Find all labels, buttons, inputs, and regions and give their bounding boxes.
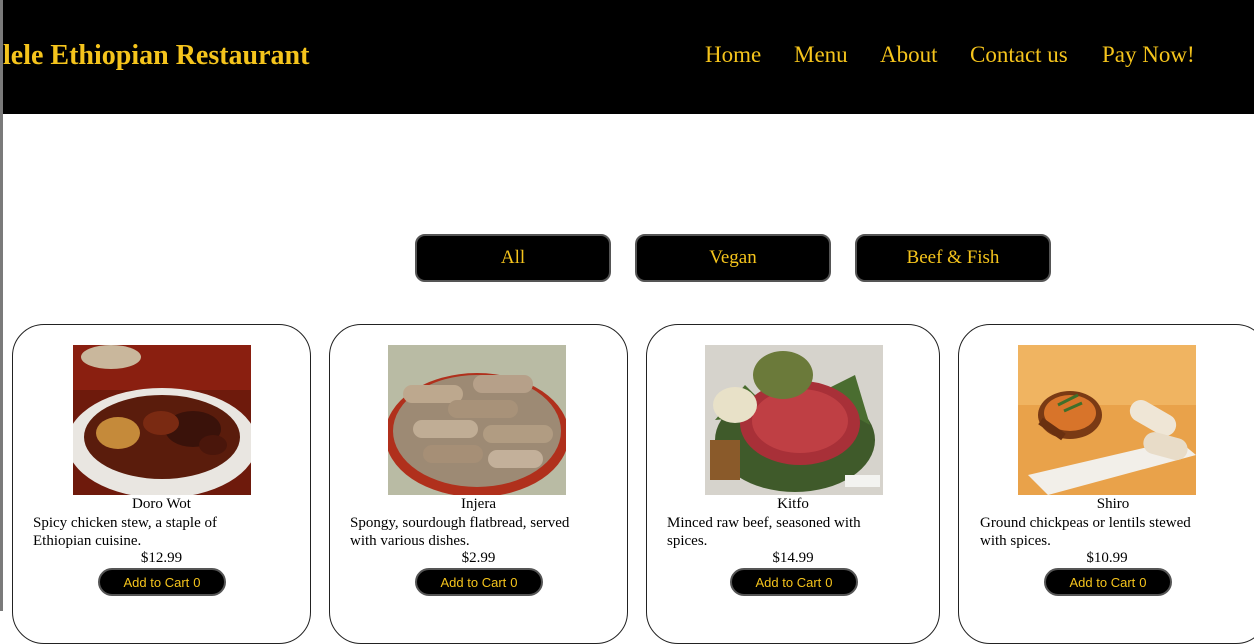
kitfo-description-line: spices. (667, 533, 708, 549)
shiro-description: Ground chickpeas or lentils stewed with … (980, 514, 1191, 550)
nav-menu-link[interactable]: Menu (794, 42, 848, 68)
kitfo-description-line: Minced raw beef, seasoned with (667, 515, 861, 531)
nav-about-link[interactable]: About (880, 42, 938, 68)
nav-pay-now-link[interactable]: Pay Now! (1102, 42, 1195, 68)
doro-wot-add-to-cart-button[interactable]: Add to Cart 0 (98, 568, 226, 596)
doro-wot-description-line: Spicy chicken stew, a staple of (33, 515, 217, 531)
menu-card-kitfo: Kitfo Minced raw beef, seasoned with spi… (646, 324, 940, 644)
doro-wot-description: Spicy chicken stew, a staple of Ethiopia… (33, 514, 217, 550)
filter-beef-fish-button[interactable]: Beef & Fish (855, 234, 1051, 282)
nav-contact-link[interactable]: Contact us (970, 42, 1068, 68)
injera-price: $2.99 (461, 550, 496, 566)
cart-count: 0 (1139, 574, 1147, 590)
add-to-cart-label: Add to Cart (123, 574, 190, 590)
add-to-cart-label: Add to Cart (440, 574, 507, 590)
shiro-description-line: Ground chickpeas or lentils stewed (980, 515, 1191, 531)
kitfo-add-to-cart-button[interactable]: Add to Cart 0 (730, 568, 858, 596)
kitfo-description: Minced raw beef, seasoned with spices. (667, 514, 861, 550)
doro-wot-price: $12.99 (140, 550, 183, 566)
add-to-cart-label: Add to Cart (1069, 574, 1136, 590)
kitfo-price: $14.99 (772, 550, 814, 566)
injera-description-line: Spongy, sourdough flatbread, served (350, 515, 570, 531)
menu-card-shiro: Shiro Ground chickpeas or lentils stewed… (958, 324, 1254, 644)
cart-count: 0 (510, 574, 518, 590)
cart-count: 0 (193, 574, 201, 590)
injera-name: Injera (461, 496, 496, 512)
menu-card-doro-wot: Doro Wot Spicy chicken stew, a staple of… (12, 324, 311, 644)
doro-wot-image (73, 345, 251, 495)
cart-count: 0 (825, 574, 833, 590)
main-nav: Home Menu About Contact us Pay Now! (3, 42, 1254, 72)
kitfo-name: Kitfo (777, 496, 809, 512)
shiro-add-to-cart-button[interactable]: Add to Cart 0 (1044, 568, 1172, 596)
site-header: lele Ethiopian Restaurant Home Menu Abou… (3, 0, 1254, 114)
injera-image (388, 345, 566, 495)
nav-home-link[interactable]: Home (705, 42, 761, 68)
filter-vegan-button[interactable]: Vegan (635, 234, 831, 282)
doro-wot-description-line: Ethiopian cuisine. (33, 533, 142, 549)
add-to-cart-label: Add to Cart (755, 574, 822, 590)
menu-card-injera: Injera Spongy, sourdough flatbread, serv… (329, 324, 628, 644)
filter-all-button[interactable]: All (415, 234, 611, 282)
injera-add-to-cart-button[interactable]: Add to Cart 0 (415, 568, 543, 596)
shiro-price: $10.99 (1086, 550, 1128, 566)
injera-description: Spongy, sourdough flatbread, served with… (350, 514, 569, 550)
kitfo-image (705, 345, 883, 495)
shiro-image (1018, 345, 1196, 495)
shiro-name: Shiro (1096, 496, 1130, 512)
injera-description-line: with various dishes. (350, 533, 470, 549)
doro-wot-name: Doro Wot (132, 496, 191, 512)
shiro-description-line: with spices. (980, 533, 1051, 549)
